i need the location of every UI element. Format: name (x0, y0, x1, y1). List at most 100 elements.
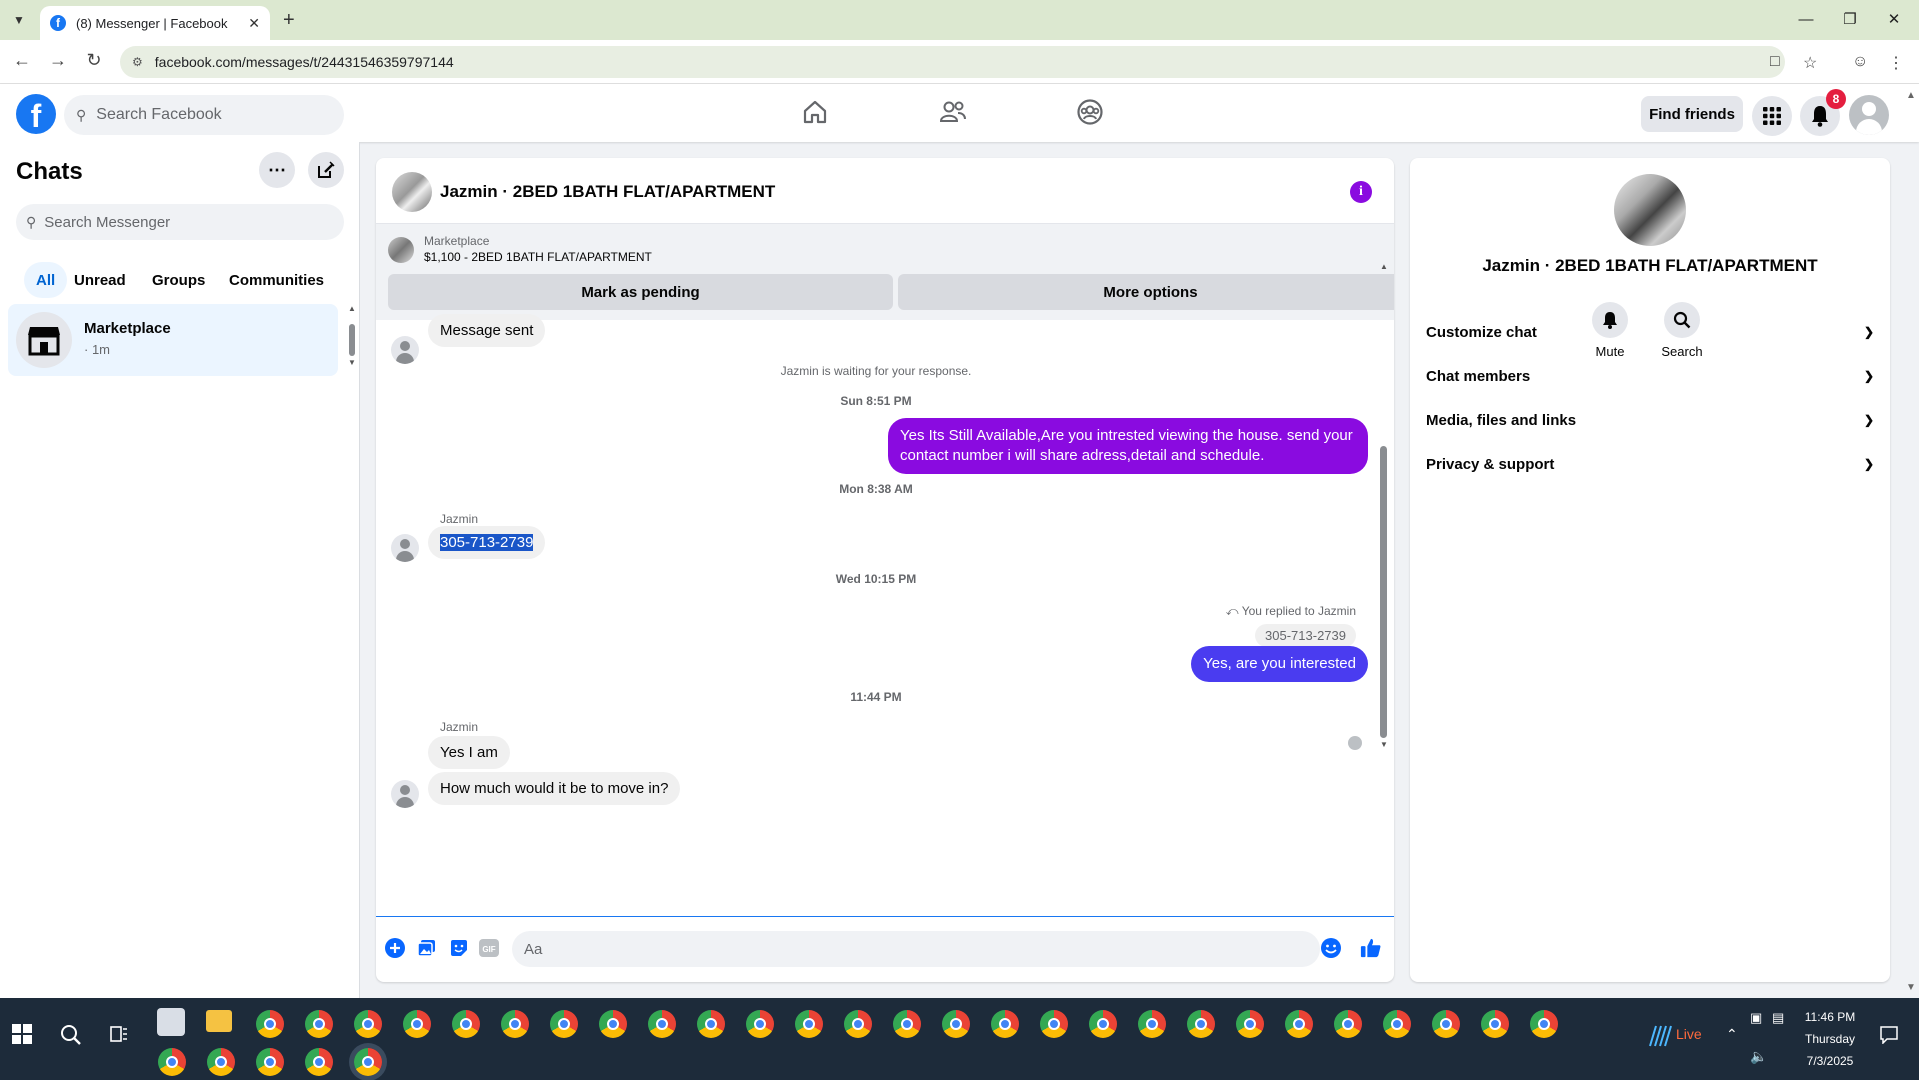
browser-tab[interactable]: f (8) Messenger | Facebook ✕ (40, 6, 270, 40)
chrome-window-icon[interactable] (1432, 1010, 1460, 1038)
chrome-window-icon[interactable] (1040, 1010, 1068, 1038)
chrome-window-icon[interactable] (305, 1010, 333, 1038)
chrome-window-icon[interactable] (795, 1010, 823, 1038)
reload-icon[interactable]: ↻ (82, 50, 106, 71)
weather-live-icon[interactable] (1648, 1024, 1672, 1053)
chrome-window-icon[interactable] (158, 1048, 186, 1076)
incoming-message-bubble[interactable]: Yes I am (428, 736, 510, 769)
find-friends-button[interactable]: Find friends (1641, 96, 1743, 132)
back-arrow-icon[interactable]: ← (10, 50, 34, 71)
browser-menu-icon[interactable]: ⋮ (1888, 53, 1904, 73)
minimize-window-icon[interactable]: — (1783, 6, 1829, 34)
photo-attach-icon[interactable] (416, 937, 438, 959)
incoming-message-bubble[interactable]: 305-713-2739 (428, 526, 546, 559)
page-scroll-down-arrow-icon[interactable]: ▼ (1906, 982, 1916, 993)
profile-icon[interactable]: ☺ (1852, 53, 1868, 71)
restore-window-icon[interactable]: ❐ (1827, 6, 1873, 34)
more-options-ellipsis-icon[interactable]: ⋯ (259, 152, 295, 188)
chrome-window-icon[interactable] (403, 1010, 431, 1038)
clock-date[interactable]: 7/3/2025 (1790, 1054, 1870, 1068)
customize-chat-section[interactable]: Customize chat ❯ (1426, 310, 1874, 354)
scrollbar-thumb[interactable] (349, 324, 355, 356)
chrome-window-icon[interactable] (1334, 1010, 1362, 1038)
filter-unread[interactable]: Unread (62, 262, 138, 298)
close-window-icon[interactable]: ✕ (1871, 6, 1917, 34)
chrome-window-icon-active[interactable] (354, 1048, 382, 1076)
new-tab-plus-icon[interactable]: + (283, 9, 295, 32)
scroll-up-arrow-icon[interactable]: ▲ (1380, 262, 1388, 271)
chrome-window-icon[interactable] (550, 1010, 578, 1038)
more-options-button[interactable]: More options (898, 274, 1394, 310)
mark-as-pending-button[interactable]: Mark as pending (388, 274, 893, 310)
contact-avatar[interactable] (391, 336, 419, 364)
speaker-volume-icon[interactable]: 🔈 (1750, 1048, 1767, 1065)
chrome-window-icon[interactable] (942, 1010, 970, 1038)
message-sent-bubble[interactable]: Message sent (428, 314, 546, 347)
thread-scrollbar[interactable]: ▲ ▼ (1378, 262, 1390, 914)
chrome-window-icon[interactable] (1530, 1010, 1558, 1038)
message-input[interactable]: Aa (512, 931, 1320, 967)
contact-avatar[interactable] (391, 534, 419, 562)
facebook-search-input[interactable]: ⚲ Search Facebook (64, 95, 344, 135)
add-plus-icon[interactable] (384, 937, 406, 959)
scrollbar-thumb[interactable] (1380, 446, 1387, 738)
conversation-info-icon[interactable]: i (1350, 181, 1372, 203)
conversation-avatar[interactable] (392, 172, 432, 212)
chrome-window-icon[interactable] (648, 1010, 676, 1038)
chrome-window-icon[interactable] (1285, 1010, 1313, 1038)
privacy-support-section[interactable]: Privacy & support ❯ (1426, 442, 1874, 486)
scroll-down-arrow-icon[interactable]: ▼ (1380, 740, 1388, 749)
scroll-down-arrow-icon[interactable]: ▼ (348, 358, 356, 367)
clock-day[interactable]: Thursday (1790, 1032, 1870, 1046)
chrome-window-icon[interactable] (599, 1010, 627, 1038)
chrome-window-icon[interactable] (452, 1010, 480, 1038)
chrome-window-icon[interactable] (844, 1010, 872, 1038)
emoji-icon[interactable] (1320, 937, 1342, 959)
chrome-window-icon[interactable] (1236, 1010, 1264, 1038)
selected-phone-number[interactable]: 305-713-2739 (440, 534, 534, 551)
chrome-window-icon[interactable] (305, 1048, 333, 1076)
network-icon[interactable]: ▤ (1772, 1010, 1784, 1026)
chat-members-section[interactable]: Chat members ❯ (1426, 354, 1874, 398)
chrome-window-icon[interactable] (991, 1010, 1019, 1038)
notification-center-icon[interactable] (1880, 1026, 1898, 1049)
clock-time[interactable]: 11:46 PM (1790, 1010, 1870, 1024)
conversation-title[interactable]: Jazmin · 2BED 1BATH FLAT/APARTMENT (440, 182, 775, 202)
meet-now-icon[interactable]: ▣ (1750, 1010, 1762, 1026)
windows-start-icon[interactable] (12, 1024, 32, 1044)
like-thumbs-up-icon[interactable] (1360, 937, 1382, 959)
media-files-links-section[interactable]: Media, files and links ❯ (1426, 398, 1874, 442)
chrome-window-icon[interactable] (697, 1010, 725, 1038)
filter-all[interactable]: All (24, 262, 68, 298)
chrome-window-icon[interactable] (256, 1048, 284, 1076)
contact-avatar[interactable] (391, 780, 419, 808)
chrome-window-icon[interactable] (1481, 1010, 1509, 1038)
facebook-logo-icon[interactable]: f (16, 94, 56, 134)
incoming-message-bubble[interactable]: How much would it be to move in? (428, 772, 681, 805)
friends-icon[interactable] (937, 96, 969, 128)
site-info-icon[interactable]: ⚙ (132, 55, 143, 69)
outgoing-message-bubble[interactable]: Yes Its Still Available,Are you intreste… (888, 418, 1368, 474)
filter-groups[interactable]: Groups (140, 262, 217, 298)
taskbar-search-icon[interactable] (60, 1024, 82, 1051)
chrome-window-icon[interactable] (746, 1010, 774, 1038)
quoted-reply-bubble[interactable]: 305-713-2739 (1255, 624, 1356, 647)
menu-grid-icon[interactable] (1752, 96, 1792, 136)
chrome-window-icon[interactable] (1383, 1010, 1411, 1038)
tab-search-chevron-icon[interactable]: ▼ (8, 9, 30, 31)
listing-title[interactable]: $1,100 - 2BED 1BATH FLAT/APARTMENT (424, 250, 652, 264)
task-view-icon[interactable] (110, 1025, 128, 1048)
chrome-window-icon[interactable] (1089, 1010, 1117, 1038)
gif-icon[interactable]: GIF (478, 937, 500, 959)
chrome-window-icon[interactable] (207, 1048, 235, 1076)
chrome-window-icon[interactable] (1187, 1010, 1215, 1038)
chrome-window-icon[interactable] (354, 1010, 382, 1038)
chrome-window-icon[interactable] (1138, 1010, 1166, 1038)
groups-icon[interactable] (1074, 96, 1106, 128)
chat-list-scrollbar[interactable]: ▲ ▼ (347, 304, 357, 367)
account-avatar[interactable] (1849, 95, 1889, 135)
install-app-icon[interactable]: □ (1770, 53, 1780, 71)
page-scroll-up-arrow-icon[interactable]: ▲ (1906, 90, 1916, 101)
filter-communities[interactable]: Communities (217, 262, 336, 298)
file-explorer-folder-icon[interactable] (206, 1010, 232, 1032)
